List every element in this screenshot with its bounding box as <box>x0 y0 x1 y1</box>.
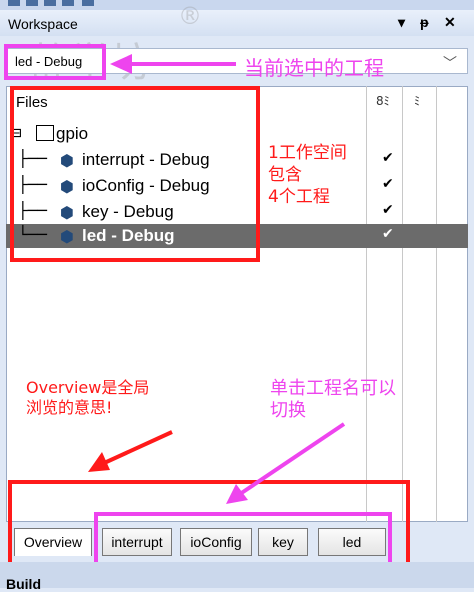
tab-overview[interactable]: Overview <box>14 528 92 556</box>
arrow-to-overview <box>101 430 173 466</box>
annotation-workspace-3: 4个工程 <box>268 187 330 207</box>
arrow-head <box>110 54 132 74</box>
arrow-to-tabs <box>238 422 346 496</box>
annotation-arrows <box>88 54 346 504</box>
build-label[interactable]: Build <box>6 576 41 592</box>
build-window-bar: Build <box>0 562 474 592</box>
annotation-current-project: 当前选中的工程 <box>244 56 384 80</box>
annotation-overview-2: 浏览的意思! <box>26 398 113 417</box>
annotation-switch-2: 切换 <box>270 400 306 421</box>
tab-ioconfig[interactable]: ioConfig <box>180 528 252 556</box>
arrow-head <box>226 484 248 504</box>
tab-interrupt[interactable]: interrupt <box>102 528 172 556</box>
tab-key[interactable]: key <box>258 528 308 556</box>
tab-led[interactable]: led <box>318 528 386 556</box>
